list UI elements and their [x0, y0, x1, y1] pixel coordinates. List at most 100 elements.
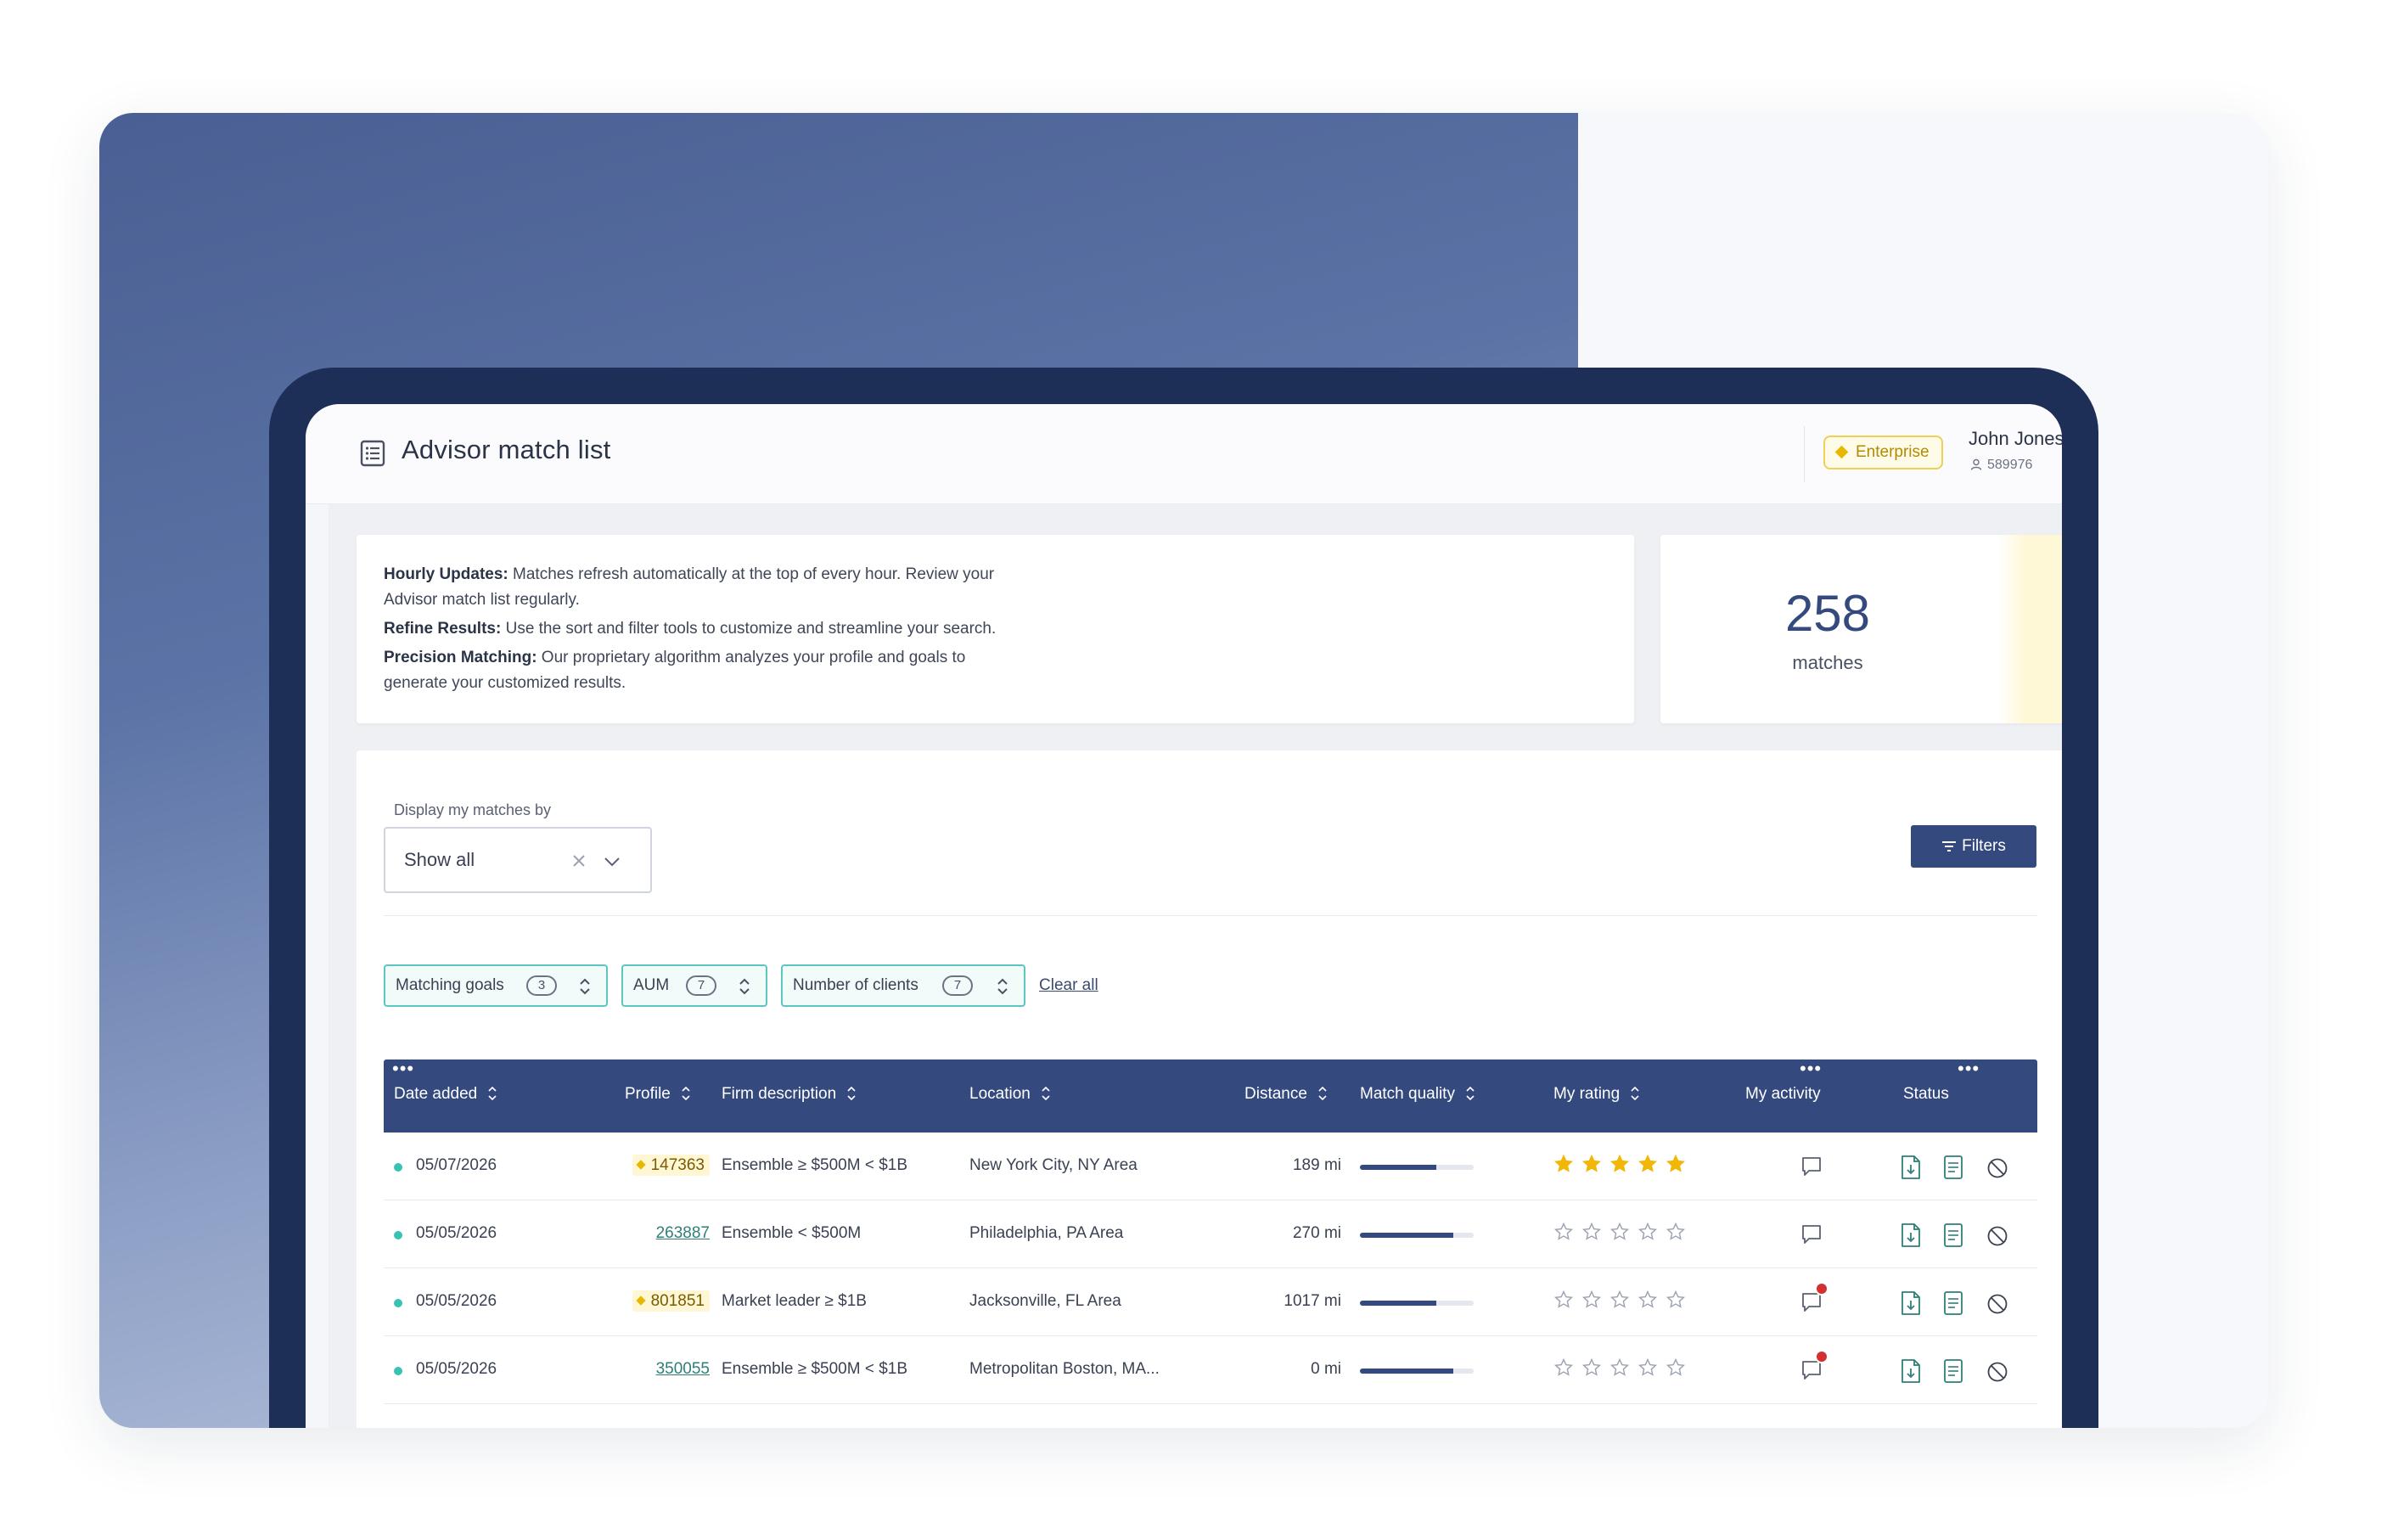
list-icon — [360, 440, 385, 467]
user-name[interactable]: John Jones — [1969, 428, 2062, 450]
status-actions — [1900, 1155, 2026, 1180]
star-icon[interactable] — [1553, 1154, 1574, 1174]
table-row[interactable]: 05/05/2026 350055 Ensemble ≥ $500M < $1B… — [384, 1336, 2037, 1404]
status-actions — [1900, 1290, 2026, 1316]
notification-badge — [1815, 1350, 1828, 1363]
matches-card: Display my matches by Show all Filters M… — [357, 750, 2062, 1428]
table-row[interactable]: 05/05/2026 263887 Ensemble < $500M Phila… — [384, 1200, 2037, 1268]
match-quality-fill — [1360, 1369, 1453, 1374]
notes-icon[interactable] — [1942, 1155, 1964, 1180]
notes-icon[interactable] — [1942, 1290, 1964, 1316]
star-icon[interactable] — [1581, 1154, 1602, 1174]
profile-link[interactable]: 263887 — [656, 1224, 710, 1242]
star-icon[interactable] — [1581, 1290, 1602, 1310]
header-match-quality[interactable]: Match quality — [1360, 1085, 1475, 1104]
info-text: Use the sort and filter tools to customi… — [501, 620, 997, 638]
match-quality-fill — [1360, 1165, 1437, 1170]
person-icon — [1970, 458, 1982, 470]
filters-button[interactable]: Filters — [1911, 825, 2036, 868]
star-icon[interactable] — [1553, 1357, 1574, 1378]
document-download-icon[interactable] — [1900, 1358, 1922, 1384]
document-download-icon[interactable] — [1900, 1222, 1922, 1248]
star-icon[interactable] — [1581, 1357, 1602, 1378]
notification-badge — [1815, 1282, 1828, 1296]
display-select-value: Show all — [404, 849, 475, 870]
column-menu-icon[interactable]: ••• — [392, 1059, 414, 1078]
header-date-added[interactable]: Date added — [394, 1085, 497, 1104]
block-icon[interactable] — [1986, 1156, 2009, 1180]
chat-icon[interactable] — [1800, 1155, 1823, 1178]
header-status[interactable]: Status — [1903, 1085, 1949, 1104]
header-distance[interactable]: Distance — [1244, 1085, 1328, 1104]
chip-label: Number of clients — [793, 976, 918, 994]
chip-count: 7 — [686, 975, 716, 996]
star-icon[interactable] — [1609, 1154, 1630, 1174]
document-download-icon[interactable] — [1900, 1155, 1922, 1180]
block-icon[interactable] — [1986, 1292, 2009, 1316]
profile-cell: 801851 — [632, 1290, 710, 1312]
header-firm-description[interactable]: Firm description — [722, 1085, 857, 1104]
new-indicator — [394, 1367, 402, 1375]
profile-cell: 350055 — [656, 1360, 710, 1379]
match-quality-bar — [1360, 1233, 1474, 1238]
header-label: Profile — [625, 1085, 671, 1103]
chip-aum[interactable]: AUM 7 — [621, 964, 767, 1007]
rating-stars[interactable] — [1553, 1154, 1694, 1179]
date-cell: 05/07/2026 — [416, 1156, 497, 1174]
rating-stars[interactable] — [1553, 1357, 1694, 1383]
star-icon[interactable] — [1581, 1222, 1602, 1242]
rating-stars[interactable] — [1553, 1290, 1694, 1315]
notes-icon[interactable] — [1942, 1222, 1964, 1248]
star-icon[interactable] — [1609, 1222, 1630, 1242]
header-my-activity[interactable]: My activity — [1745, 1085, 1821, 1104]
date-cell: 05/05/2026 — [416, 1224, 497, 1242]
notes-icon[interactable] — [1942, 1358, 1964, 1384]
close-icon[interactable] — [569, 851, 589, 871]
info-line-precision: Precision Matching: Our proprietary algo… — [384, 645, 1029, 696]
display-select[interactable]: Show all — [384, 827, 652, 893]
header-divider — [1804, 426, 1805, 482]
chat-icon[interactable] — [1800, 1222, 1823, 1246]
header-location[interactable]: Location — [969, 1085, 1051, 1104]
user-id-value: 589976 — [1987, 458, 2033, 472]
new-indicator — [394, 1163, 402, 1172]
star-icon[interactable] — [1666, 1357, 1686, 1378]
chip-matching-goals[interactable]: Matching goals 3 — [384, 964, 608, 1007]
star-icon[interactable] — [1637, 1154, 1658, 1174]
star-icon[interactable] — [1637, 1290, 1658, 1310]
app-header: Advisor match list Enterprise John Jones… — [306, 404, 2062, 504]
location-cell: Philadelphia, PA Area — [969, 1224, 1124, 1242]
document-download-icon[interactable] — [1900, 1290, 1922, 1316]
table-row[interactable]: 05/05/2026 801851 Market leader ≥ $1B Ja… — [384, 1268, 2037, 1336]
new-indicator — [394, 1299, 402, 1307]
block-icon[interactable] — [1986, 1360, 2009, 1384]
info-heading: Refine Results: — [384, 620, 502, 638]
clear-all-link[interactable]: Clear all — [1039, 976, 1098, 995]
header-label: Match quality — [1360, 1085, 1455, 1103]
column-menu-icon[interactable]: ••• — [1800, 1059, 1822, 1078]
star-icon[interactable] — [1666, 1290, 1686, 1310]
header-my-rating[interactable]: My rating — [1553, 1085, 1640, 1104]
premium-profile-id[interactable]: 801851 — [632, 1290, 710, 1312]
count-card-strip — [1998, 535, 2062, 723]
star-icon[interactable] — [1553, 1290, 1574, 1310]
star-icon[interactable] — [1637, 1357, 1658, 1378]
star-icon[interactable] — [1609, 1290, 1630, 1310]
block-icon[interactable] — [1986, 1224, 2009, 1248]
table-row[interactable]: 05/07/2026 147363 Ensemble ≥ $500M < $1B… — [384, 1133, 2037, 1200]
star-icon[interactable] — [1666, 1222, 1686, 1242]
premium-profile-id[interactable]: 147363 — [632, 1155, 710, 1176]
star-icon[interactable] — [1666, 1154, 1686, 1174]
rating-stars[interactable] — [1553, 1222, 1694, 1247]
chip-number-of-clients[interactable]: Number of clients 7 — [781, 964, 1025, 1007]
column-menu-icon[interactable]: ••• — [1958, 1059, 1980, 1078]
firm-cell: Market leader ≥ $1B — [722, 1292, 867, 1310]
star-icon[interactable] — [1553, 1222, 1574, 1242]
match-quality-fill — [1360, 1301, 1437, 1306]
star-icon[interactable] — [1609, 1357, 1630, 1378]
star-icon[interactable] — [1637, 1222, 1658, 1242]
header-profile[interactable]: Profile — [625, 1085, 691, 1104]
profile-link[interactable]: 350055 — [656, 1360, 710, 1378]
chevron-down-icon[interactable] — [603, 852, 621, 871]
filter-icon — [1942, 841, 1957, 851]
